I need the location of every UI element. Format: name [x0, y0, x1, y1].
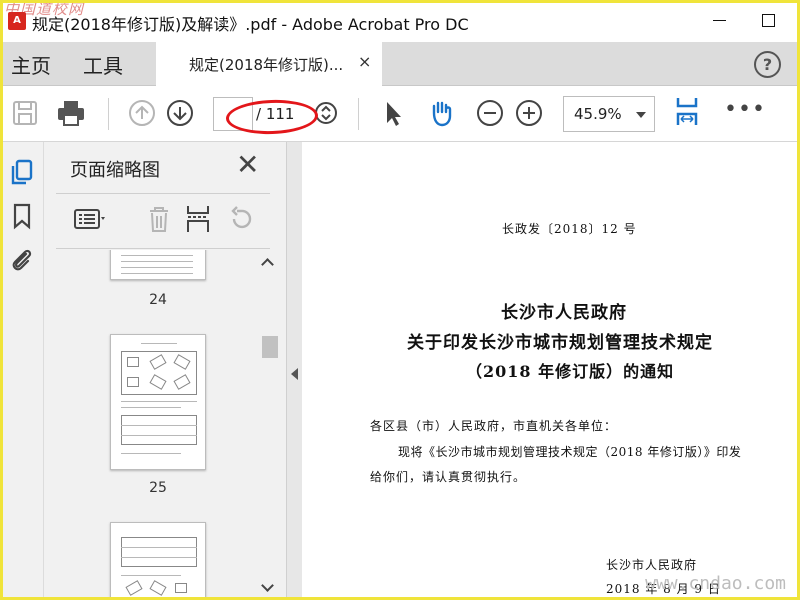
document-tab-label: 规定(2018年修订版)...: [189, 56, 344, 74]
page-thumbnail[interactable]: [110, 250, 206, 280]
help-icon[interactable]: ?: [754, 51, 781, 78]
document-title-line-1: 长沙市人民政府: [501, 303, 627, 323]
panel-title: 页面缩略图: [70, 160, 160, 181]
collapse-panel-icon[interactable]: [291, 368, 298, 380]
document-signature: 长沙市人民政府: [606, 558, 698, 572]
tab-home[interactable]: 主页: [11, 50, 51, 79]
tab-document[interactable]: 规定(2018年修订版)... ×: [156, 42, 382, 86]
options-icon[interactable]: [72, 202, 110, 236]
page-thumbnail[interactable]: [110, 522, 206, 600]
toolbar: / 111 45.9% •••: [0, 86, 800, 142]
page-thumbnail[interactable]: [110, 334, 206, 470]
fit-width-icon[interactable]: [672, 95, 702, 125]
maximize-button[interactable]: [758, 10, 778, 30]
page-number-label: 25: [149, 480, 167, 496]
print-icon[interactable]: [56, 98, 86, 128]
navigation-rail: [0, 142, 44, 600]
more-tools-icon[interactable]: •••: [724, 99, 766, 121]
document-salutation: 各区县（市）人民政府，市直机关各单位：: [370, 419, 618, 433]
thumbnail-scrollbar[interactable]: [260, 256, 278, 600]
zoom-out-icon[interactable]: [475, 98, 505, 128]
hand-icon[interactable]: [426, 98, 456, 128]
save-icon[interactable]: [10, 98, 40, 128]
zoom-in-icon[interactable]: [514, 98, 544, 128]
divider: [56, 248, 270, 249]
watermark-bottom: www.cndao.com: [645, 573, 786, 594]
tab-tools[interactable]: 工具: [83, 50, 123, 79]
minimize-button[interactable]: [710, 10, 730, 30]
divider: [56, 193, 270, 194]
scrollbar-thumb[interactable]: [262, 336, 278, 358]
page-thumbnails-panel: 页面缩略图 ✕ 24 25: [44, 142, 286, 600]
zoom-value: 45.9%: [574, 105, 622, 123]
panel-splitter[interactable]: [286, 142, 302, 600]
scroll-down-icon[interactable]: [262, 580, 274, 594]
zoom-level-select[interactable]: 45.9%: [563, 96, 655, 132]
toolbar-separator: [358, 98, 359, 130]
thumbnails-icon[interactable]: [8, 158, 36, 186]
page-number-label: 24: [149, 292, 167, 308]
document-body-line-1: 现将《长沙市城市规划管理技术规定（2018 年修订版）》印发: [398, 445, 742, 459]
chevron-down-icon: [636, 112, 646, 118]
insert-page-icon[interactable]: [180, 202, 218, 236]
attachment-icon[interactable]: [8, 246, 36, 274]
document-title-line-2: 关于印发长沙市城市规划管理技术规定: [407, 333, 713, 353]
document-view[interactable]: 长政发〔2018〕12 号 长沙市人民政府 关于印发长沙市城市规划管理技术规定 …: [302, 142, 800, 600]
scroll-up-icon[interactable]: [262, 256, 274, 270]
document-title-line-3: （2018 年修订版）的通知: [466, 362, 675, 381]
title-bar: A 中国道校网 规定(2018年修订版)及解读》.pdf - Adobe Acr…: [0, 0, 800, 42]
thumbnail-list: 24 25: [44, 250, 258, 600]
rotate-icon[interactable]: [222, 202, 260, 236]
window-title: 规定(2018年修订版)及解读》.pdf - Adobe Acrobat Pro…: [32, 15, 469, 34]
close-tab-icon[interactable]: ×: [358, 52, 371, 71]
page-down-icon[interactable]: [165, 98, 195, 128]
document-reference-number: 长政发〔2018〕12 号: [502, 222, 637, 236]
page-up-icon[interactable]: [127, 98, 157, 128]
select-arrow-icon[interactable]: [378, 98, 408, 128]
delete-icon[interactable]: [140, 202, 178, 236]
tab-bar: 主页 工具 规定(2018年修订版)... × ?: [0, 42, 800, 86]
document-body-line-2: 给你们，请认真贯彻执行。: [370, 470, 527, 484]
close-panel-icon[interactable]: ✕: [236, 150, 259, 180]
toolbar-separator: [108, 98, 109, 130]
bookmark-icon[interactable]: [8, 202, 36, 230]
